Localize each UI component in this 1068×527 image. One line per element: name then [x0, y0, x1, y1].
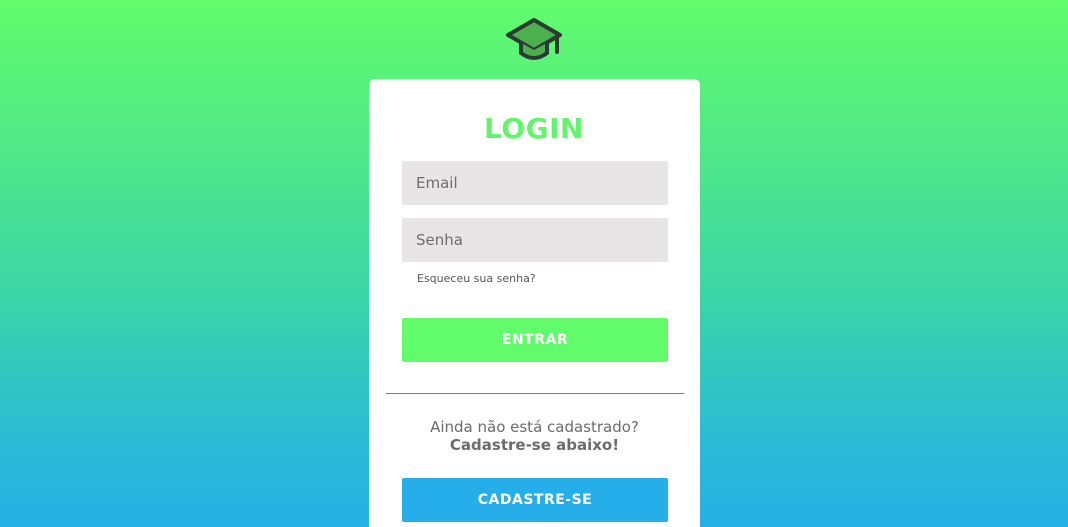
- forgot-password-link[interactable]: Esqueceu sua senha?: [417, 271, 536, 287]
- signup-prompt-block: Ainda não está cadastrado? Cadastre-se a…: [369, 418, 700, 454]
- login-button[interactable]: ENTRAR: [402, 318, 668, 362]
- signup-cta-text: Cadastre-se abaixo!: [449, 436, 620, 454]
- login-title: LOGIN: [484, 112, 584, 145]
- divider: [386, 393, 684, 394]
- graduation-cap-icon: [505, 16, 565, 66]
- signup-prompt: Ainda não está cadastrado?: [430, 418, 639, 436]
- password-input[interactable]: [402, 218, 668, 262]
- email-input[interactable]: [402, 161, 668, 205]
- signup-button[interactable]: CADASTRE-SE: [402, 478, 668, 522]
